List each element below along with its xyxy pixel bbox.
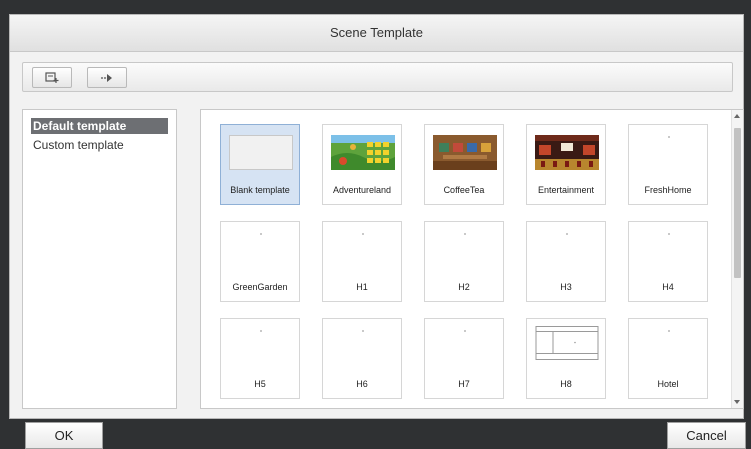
template-adventureland[interactable]: Adventureland: [322, 124, 402, 205]
arrow-right-icon: [101, 74, 112, 82]
placeholder-dot: [668, 330, 670, 332]
placeholder-dot: [566, 233, 568, 235]
template-label: FreshHome: [644, 185, 692, 195]
template-h5[interactable]: H5: [220, 318, 300, 399]
template-label: H7: [458, 379, 470, 389]
placeholder-dot: [260, 233, 262, 235]
template-label: Blank template: [230, 185, 290, 195]
template-label: H6: [356, 379, 368, 389]
coffeetea-thumbnail: [433, 135, 497, 170]
template-label: Entertainment: [537, 185, 595, 195]
template-h4[interactable]: H4: [628, 221, 708, 302]
template-hotel[interactable]: Hotel: [628, 318, 708, 399]
dialog-title: Scene Template: [10, 15, 743, 52]
template-h2[interactable]: H2: [424, 221, 504, 302]
template-h7[interactable]: H7: [424, 318, 504, 399]
adventureland-thumbnail: [331, 135, 395, 170]
template-entertainment[interactable]: Entertainment: [526, 124, 606, 205]
template-blank[interactable]: Blank template: [220, 124, 300, 205]
placeholder-dot: [464, 330, 466, 332]
entertainment-thumbnail: [535, 135, 599, 170]
template-thumbnail: [229, 135, 293, 170]
layout-thumbnail: [535, 326, 599, 360]
add-template-button[interactable]: [32, 67, 72, 88]
template-label: H2: [458, 282, 470, 292]
template-h1[interactable]: H1: [322, 221, 402, 302]
template-label: H1: [356, 282, 368, 292]
template-label: GreenGarden: [232, 282, 288, 292]
template-coffeetea[interactable]: CoffeeTea: [424, 124, 504, 205]
toolbar: [22, 62, 733, 92]
template-greengarden[interactable]: GreenGarden: [220, 221, 300, 302]
next-button[interactable]: [87, 67, 127, 88]
template-grid-scrollbar[interactable]: [731, 110, 743, 408]
placeholder-dot: [464, 233, 466, 235]
category-default-template[interactable]: Default template: [31, 118, 168, 134]
scene-template-dialog: Scene Template Default template Custom t…: [9, 14, 744, 419]
ok-button[interactable]: OK: [25, 422, 103, 449]
template-label: Adventureland: [332, 185, 392, 195]
cancel-button[interactable]: Cancel: [667, 422, 746, 449]
scroll-up-arrow-icon[interactable]: [734, 114, 740, 118]
template-label: H8: [560, 379, 572, 389]
scrollbar-thumb[interactable]: [734, 128, 741, 278]
scroll-down-arrow-icon[interactable]: [734, 400, 740, 404]
placeholder-dot: [668, 233, 670, 235]
template-label: CoffeeTea: [443, 185, 485, 195]
template-h3[interactable]: H3: [526, 221, 606, 302]
template-h8[interactable]: H8: [526, 318, 606, 399]
placeholder-dot: [260, 330, 262, 332]
template-h6[interactable]: H6: [322, 318, 402, 399]
add-template-icon: [45, 72, 59, 83]
template-freshhome[interactable]: FreshHome: [628, 124, 708, 205]
placeholder-dot: [362, 233, 364, 235]
template-label: H3: [560, 282, 572, 292]
template-label: Hotel: [657, 379, 679, 389]
placeholder-dot: [362, 330, 364, 332]
category-custom-template[interactable]: Custom template: [31, 137, 168, 153]
template-label: H4: [662, 282, 674, 292]
category-list: Default template Custom template: [22, 109, 177, 409]
placeholder-dot: [668, 136, 670, 138]
template-label: H5: [254, 379, 266, 389]
template-grid: Blank template Adventureland CoffeeTea E…: [200, 109, 744, 409]
